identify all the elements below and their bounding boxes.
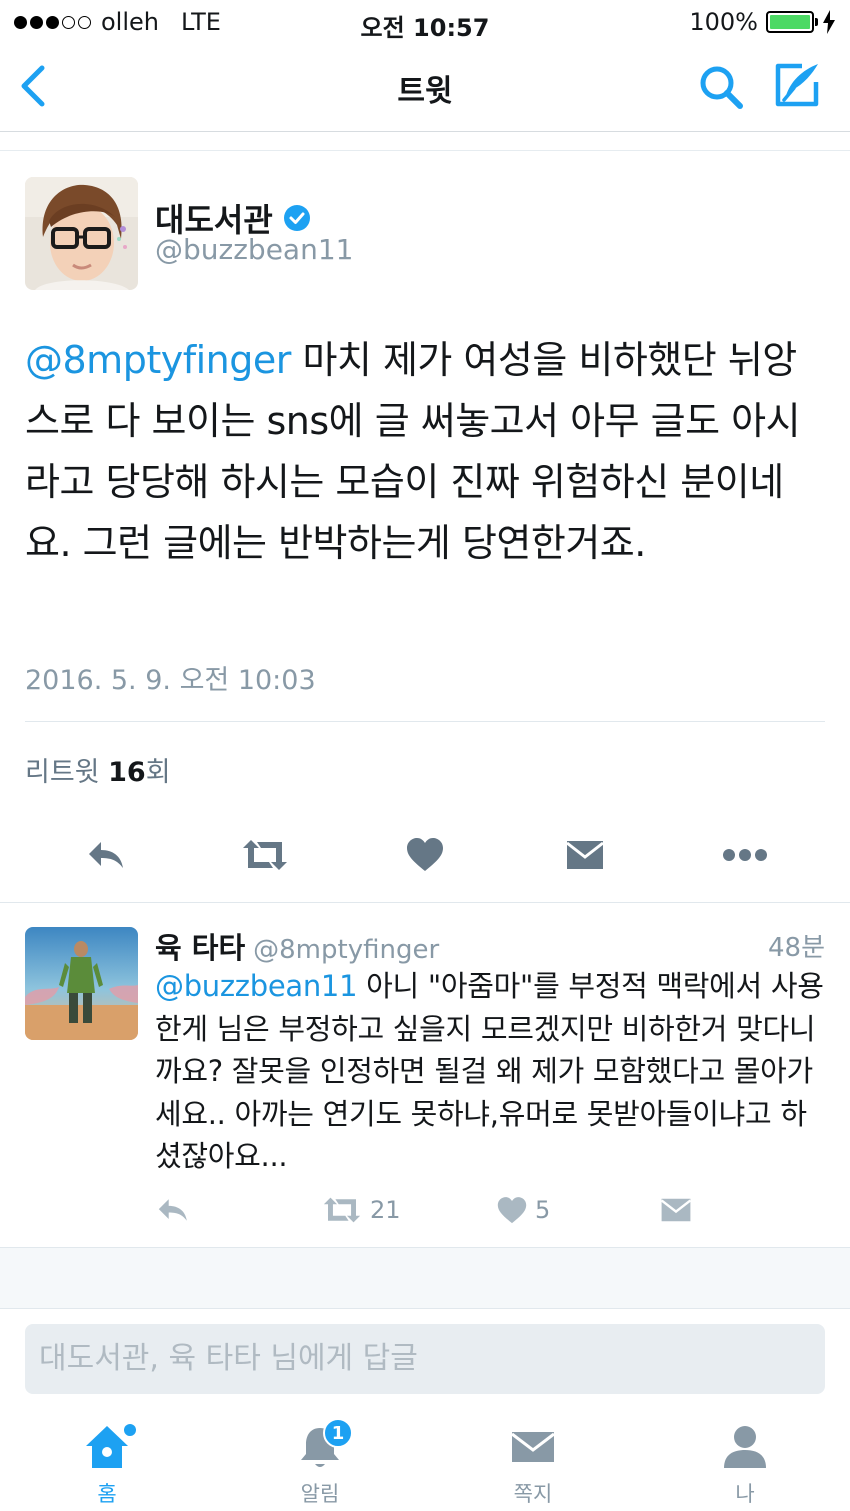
- tweet-timestamp: 2016. 5. 9. 오전 10:03: [25, 665, 316, 696]
- reply-text: @buzzbean11 아니 "아줌마"를 부정적 맥락에서 사용한게 님은 부…: [155, 965, 825, 1178]
- new-content-dot: [124, 1424, 136, 1436]
- reply-like-count: 5: [535, 1196, 551, 1224]
- notification-badge: 1: [323, 1418, 353, 1448]
- tab-label: 알림: [300, 1482, 340, 1506]
- reply-retweet-count: 21: [370, 1196, 401, 1224]
- tweet-mention-link[interactable]: @8mptyfinger: [25, 338, 291, 382]
- section-separator: [0, 1247, 850, 1309]
- tab-me[interactable]: 나: [695, 1422, 795, 1508]
- tweet-text: @8mptyfinger 마치 제가 여성을 비하했단 뉘앙스로 다 보이는 s…: [25, 330, 825, 574]
- like-button[interactable]: [400, 830, 450, 880]
- tab-bar: 홈 1 알림 쪽지 나: [0, 1412, 850, 1511]
- avatar-image: [25, 177, 138, 290]
- reply-author-handle[interactable]: @8mptyfinger: [253, 935, 439, 965]
- author-handle[interactable]: @buzzbean11: [155, 233, 353, 266]
- bell-icon: 1: [295, 1418, 353, 1472]
- retweet-count-value: 16: [108, 757, 146, 788]
- tab-home[interactable]: 홈: [57, 1422, 157, 1508]
- tab-messages[interactable]: 쪽지: [483, 1422, 583, 1508]
- reply-timestamp: 48분: [767, 933, 825, 963]
- retweet-count-suffix: 회: [145, 757, 171, 788]
- divider: [0, 902, 850, 903]
- reply-avatar[interactable]: [25, 927, 138, 1040]
- person-icon: [720, 1422, 770, 1472]
- status-right: 100%: [689, 8, 836, 36]
- envelope-icon: [660, 1198, 692, 1222]
- reply-header: 육 타타 @8mptyfinger 48분: [155, 925, 825, 965]
- author-avatar[interactable]: [25, 177, 138, 290]
- retweet-icon: [323, 1197, 361, 1223]
- reply-message-button[interactable]: [660, 1190, 692, 1230]
- search-icon: [700, 66, 743, 109]
- tab-label: 나: [735, 1482, 755, 1506]
- tab-label: 홈: [97, 1482, 117, 1506]
- reply-mention-link[interactable]: @buzzbean11: [155, 969, 358, 1003]
- reply-like-button[interactable]: 5: [497, 1190, 550, 1230]
- reply-actions: 21 5: [0, 1190, 850, 1230]
- nav-bar: 트윗: [0, 44, 850, 132]
- avatar-image: [25, 927, 138, 1040]
- reply-reply-button[interactable]: [155, 1190, 189, 1230]
- heart-icon: [497, 1196, 527, 1223]
- tab-notifications[interactable]: 1 알림: [270, 1418, 370, 1508]
- search-button[interactable]: [698, 64, 744, 110]
- more-button[interactable]: [720, 830, 770, 880]
- divider: [0, 150, 850, 151]
- reply-icon: [89, 842, 123, 868]
- envelope-icon: [566, 841, 604, 869]
- home-icon: [82, 1422, 136, 1472]
- compose-button[interactable]: [772, 60, 822, 110]
- tab-label: 쪽지: [513, 1482, 553, 1506]
- reply-icon: [158, 1199, 187, 1221]
- status-bar: olleh LTE 오전 10:57 100%: [0, 0, 850, 44]
- retweet-icon: [243, 840, 287, 870]
- verified-badge-icon: [283, 205, 310, 231]
- retweet-count-link[interactable]: 리트윗 16회: [25, 750, 171, 789]
- tweet-actions: [0, 830, 850, 884]
- divider: [25, 721, 825, 722]
- retweet-button[interactable]: [240, 830, 290, 880]
- direct-message-button[interactable]: [560, 830, 610, 880]
- envelope-icon: [508, 1422, 558, 1472]
- reply-button[interactable]: [80, 830, 130, 880]
- battery-icon: [766, 11, 818, 33]
- reply-input[interactable]: 대도서관, 육 타타 님에게 답글: [25, 1324, 825, 1394]
- battery-percent: 100%: [689, 8, 758, 36]
- compose-icon: [775, 63, 819, 107]
- reply-retweet-button[interactable]: 21: [322, 1190, 401, 1230]
- more-icon: [723, 849, 767, 861]
- charging-icon: [823, 10, 835, 34]
- reply-author-name[interactable]: 육 타타: [155, 931, 245, 965]
- heart-icon: [407, 838, 443, 871]
- retweet-count-prefix: 리트윗: [25, 757, 109, 788]
